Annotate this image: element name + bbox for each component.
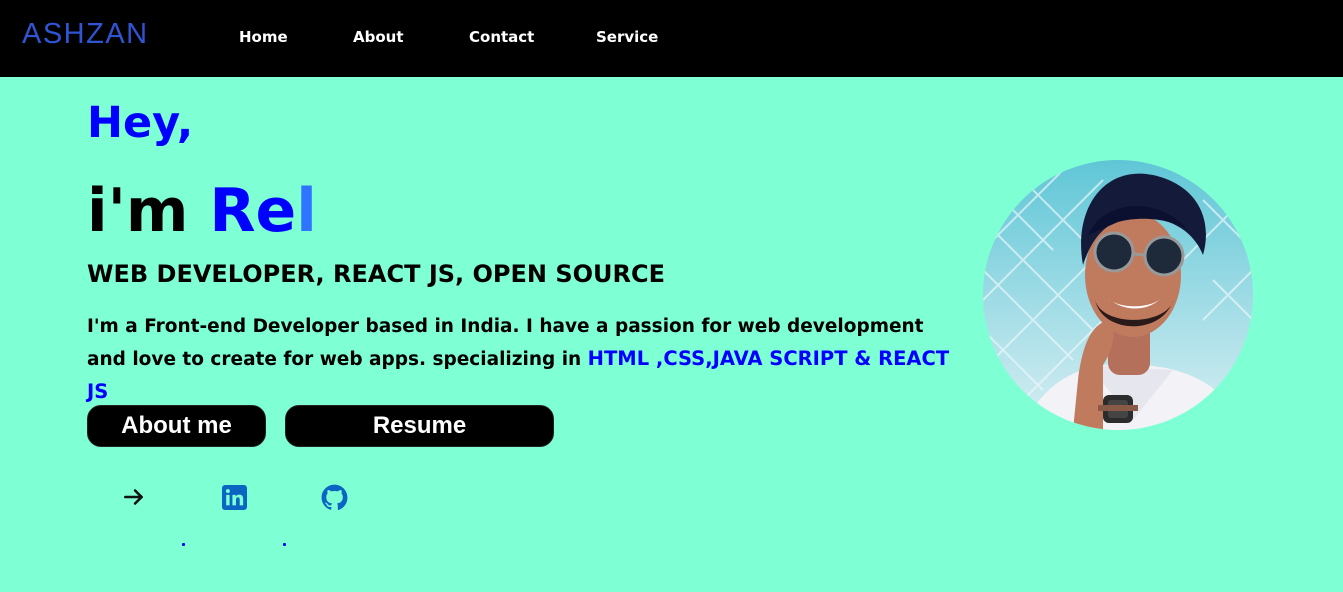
nav-link-contact[interactable]: Contact [469, 28, 534, 46]
arrow-right-icon[interactable] [120, 483, 148, 511]
resume-button[interactable]: Resume [285, 405, 554, 447]
greeting: Hey, [87, 98, 194, 148]
nav-link-service[interactable]: Service [596, 28, 658, 46]
bio-paragraph: I'm a Front-end Developer based in India… [87, 311, 967, 409]
decorative-dot [283, 543, 286, 546]
github-icon[interactable] [320, 483, 348, 511]
brand-logo[interactable]: ASHZAN [22, 18, 149, 51]
nav-link-home[interactable]: Home [239, 28, 288, 46]
about-me-button[interactable]: About me [87, 405, 266, 447]
intro-prefix: i'm [87, 176, 210, 246]
roles-subtitle: WEB DEVELOPER, REACT JS, OPEN SOURCE [87, 260, 665, 288]
typed-name: Re [209, 176, 297, 246]
decorative-dot [182, 543, 185, 546]
intro-heading: i'm Rel [87, 176, 317, 246]
linkedin-icon[interactable] [220, 483, 248, 511]
nav-link-about[interactable]: About [353, 28, 404, 46]
typing-cursor: l [296, 176, 317, 246]
profile-photo [983, 160, 1253, 430]
navbar: ASHZAN Home About Contact Service [0, 0, 1343, 77]
